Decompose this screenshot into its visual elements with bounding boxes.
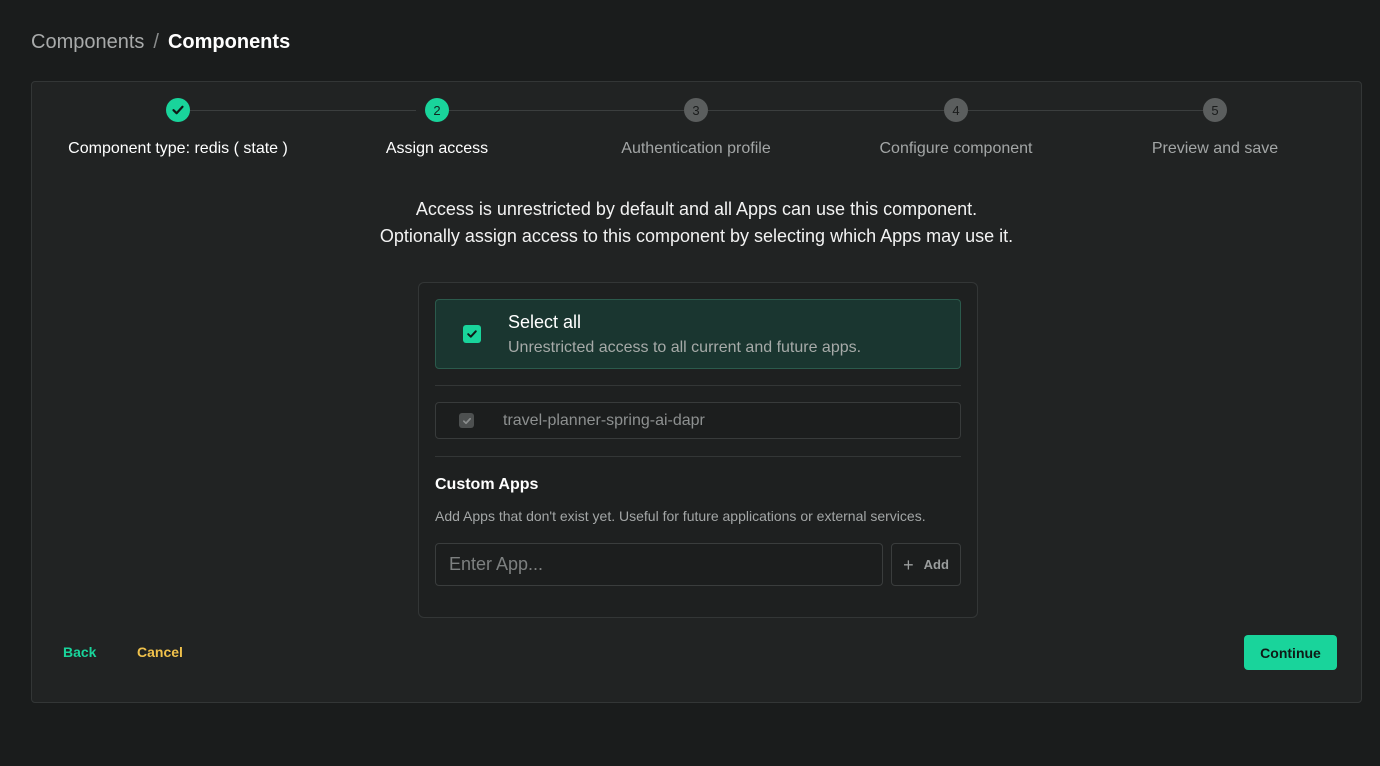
step-component-type[interactable]: Component type: redis ( state ) xyxy=(48,98,308,158)
divider xyxy=(435,385,961,386)
step-label: Authentication profile xyxy=(621,140,771,157)
checkmark-icon xyxy=(467,330,477,338)
step-preview-and-save[interactable]: 5 Preview and save xyxy=(1085,98,1345,158)
cancel-button[interactable]: Cancel xyxy=(137,644,183,660)
step-configure-component[interactable]: 4 Configure component xyxy=(826,98,1086,158)
step-assign-access[interactable]: 2 Assign access xyxy=(307,98,567,158)
access-card: Select all Unrestricted access to all cu… xyxy=(418,282,978,618)
select-all-option[interactable]: Select all Unrestricted access to all cu… xyxy=(435,299,961,369)
app-name: travel-planner-spring-ai-dapr xyxy=(503,412,705,429)
add-app-button[interactable]: + Add xyxy=(891,543,961,586)
step-authentication-profile[interactable]: 3 Authentication profile xyxy=(566,98,826,158)
select-all-title: Select all xyxy=(508,312,582,332)
intro-text: Access is unrestricted by default and al… xyxy=(32,196,1361,250)
step-label: Configure component xyxy=(879,140,1033,157)
custom-app-input[interactable] xyxy=(435,543,883,586)
app-row: travel-planner-spring-ai-dapr xyxy=(435,402,961,439)
plus-icon: + xyxy=(903,554,914,575)
step-number: 4 xyxy=(944,98,968,122)
continue-button[interactable]: Continue xyxy=(1244,635,1337,670)
app-checkbox xyxy=(459,413,474,428)
step-number: 2 xyxy=(425,98,449,122)
page-title: Components xyxy=(167,31,291,53)
add-button-label: Add xyxy=(923,557,949,572)
stepper: Component type: redis ( state ) 2 Assign… xyxy=(32,82,1361,172)
intro-line: Optionally assign access to this compone… xyxy=(379,226,1014,246)
step-complete-check-icon xyxy=(166,98,190,122)
custom-apps-description: Add Apps that don't exist yet. Useful fo… xyxy=(435,508,926,524)
select-all-checkbox[interactable] xyxy=(463,325,481,343)
step-label: Preview and save xyxy=(1151,140,1279,157)
step-number: 5 xyxy=(1203,98,1227,122)
step-label: Assign access xyxy=(385,140,489,157)
step-label: Component type: redis ( state ) xyxy=(68,140,288,157)
breadcrumb: Components / Components xyxy=(31,31,290,54)
select-all-description: Unrestricted access to all current and f… xyxy=(508,339,862,356)
step-number: 3 xyxy=(684,98,708,122)
checkmark-icon xyxy=(462,417,471,424)
intro-line: Access is unrestricted by default and al… xyxy=(415,199,978,219)
back-button[interactable]: Back xyxy=(63,644,96,660)
breadcrumb-parent-link[interactable]: Components xyxy=(31,31,144,54)
divider xyxy=(435,456,961,457)
wizard-panel: Component type: redis ( state ) 2 Assign… xyxy=(31,81,1362,703)
breadcrumb-separator: / xyxy=(153,31,159,53)
custom-apps-title: Custom Apps xyxy=(435,476,539,493)
